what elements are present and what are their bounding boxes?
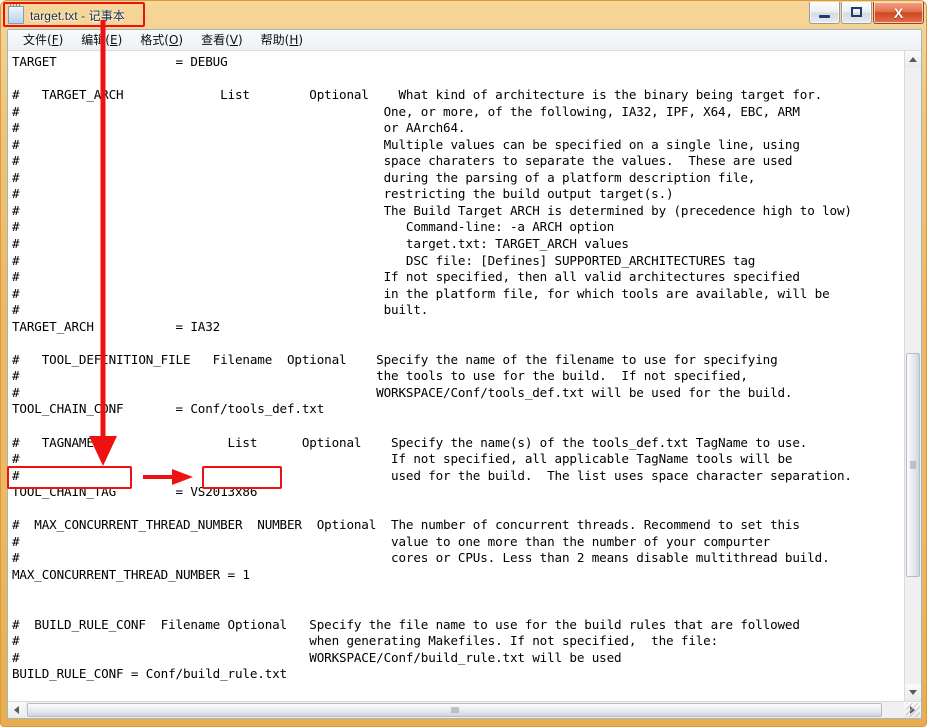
minimize-button[interactable]: [809, 2, 840, 24]
menu-item-format[interactable]: 格式(O): [131, 30, 192, 50]
vertical-scrollbar-thumb[interactable]: [906, 353, 920, 577]
close-icon: X: [893, 4, 904, 21]
resize-gripper-icon[interactable]: [906, 703, 920, 717]
scrollbar-grip-icon: [910, 461, 916, 469]
scroll-left-arrow-icon[interactable]: [8, 702, 25, 718]
text-editor-area[interactable]: TARGET = DEBUG # TARGET_ARCH List Option…: [8, 51, 921, 718]
client-area: 文件(F) 编辑(E) 格式(O) 查看(V) 帮助(H) TARGET = D…: [7, 29, 922, 719]
text-content[interactable]: TARGET = DEBUG # TARGET_ARCH List Option…: [12, 54, 852, 683]
triangle-left-icon: [14, 706, 19, 714]
scroll-up-arrow-icon[interactable]: [905, 51, 921, 68]
menu-bar: 文件(F) 编辑(E) 格式(O) 查看(V) 帮助(H): [8, 30, 921, 51]
notepad-window: target.txt - 记事本 X 文件(F) 编辑(E) 格式(O) 查看(…: [0, 0, 927, 727]
window-title: target.txt - 记事本: [30, 8, 125, 23]
menu-item-view[interactable]: 查看(V): [192, 30, 252, 50]
title-bar-left: target.txt - 记事本: [8, 4, 125, 25]
scroll-down-arrow-icon[interactable]: [905, 684, 921, 701]
menu-item-edit[interactable]: 编辑(E): [72, 30, 131, 50]
triangle-down-icon: [909, 690, 917, 695]
maximize-icon: [851, 7, 862, 17]
window-controls: X: [808, 2, 924, 24]
title-bar[interactable]: target.txt - 记事本 X: [1, 1, 927, 28]
close-button[interactable]: X: [873, 2, 924, 24]
triangle-up-icon: [909, 57, 917, 62]
maximize-button[interactable]: [841, 2, 872, 24]
scrollbar-grip-icon: [451, 707, 458, 713]
vertical-scrollbar[interactable]: [904, 51, 921, 701]
horizontal-scrollbar-thumb[interactable]: [27, 703, 882, 717]
notepad-icon: [8, 4, 24, 24]
minimize-icon: [819, 15, 830, 18]
horizontal-scrollbar[interactable]: [8, 701, 921, 718]
menu-item-help[interactable]: 帮助(H): [252, 30, 312, 50]
menu-item-file[interactable]: 文件(F): [14, 30, 72, 50]
